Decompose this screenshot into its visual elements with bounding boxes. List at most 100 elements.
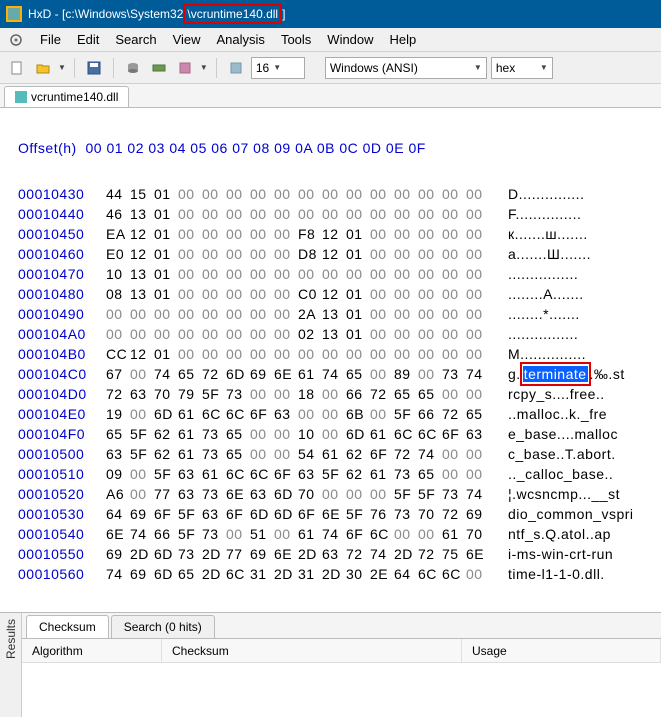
offset-address: 00010440 xyxy=(18,204,106,224)
open-button[interactable] xyxy=(32,57,54,79)
hex-row[interactable]: 000104F0655F62617365000010006D616C6C6F63… xyxy=(18,424,649,444)
ascii-column[interactable]: i-ms-win-crt-run xyxy=(508,544,613,564)
ascii-column[interactable]: ........А....... xyxy=(508,284,584,304)
chevron-down-icon: ▼ xyxy=(273,63,281,72)
hex-row[interactable]: 0001043044150100000000000000000000000000… xyxy=(18,184,649,204)
hex-bytes[interactable]: 74696D652D6C312D312D302E646C6C00 xyxy=(106,564,508,584)
ascii-column[interactable]: dio_common_vspri xyxy=(508,504,634,524)
hex-row[interactable]: 00010520A6007763736E636D700000005F5F7374… xyxy=(18,484,649,504)
ascii-column[interactable]: ..malloc..k._fre xyxy=(508,404,607,424)
ascii-column[interactable]: F............... xyxy=(508,204,581,224)
bytes-per-row-select[interactable]: 16▼ xyxy=(251,57,305,79)
hex-row[interactable]: 000104A000000000000000000213010000000000… xyxy=(18,324,649,344)
offset-address: 000104C0 xyxy=(18,364,106,384)
hex-bytes[interactable]: 00000000000000000213010000000000 xyxy=(106,324,508,344)
ascii-column[interactable]: .._calloc_base.. xyxy=(508,464,613,484)
encoding-select[interactable]: Windows (ANSI)▼ xyxy=(325,57,487,79)
hex-row[interactable]: 0001053064696F5F636F6D6D6F6E5F7673707269… xyxy=(18,504,649,524)
menu-tools[interactable]: Tools xyxy=(273,32,319,47)
menu-edit[interactable]: Edit xyxy=(69,32,107,47)
ascii-column[interactable]: ¦.wcsncmp...__st xyxy=(508,484,620,504)
results-tab-search[interactable]: Search (0 hits) xyxy=(111,615,215,638)
document-tab[interactable]: vcruntime140.dll xyxy=(4,86,129,107)
hex-row[interactable]: 0001047010130100000000000000000000000000… xyxy=(18,264,649,284)
toolbar-dropdown-icon[interactable]: ▼ xyxy=(200,63,208,72)
hex-bytes[interactable]: 44150100000000000000000000000000 xyxy=(106,184,508,204)
hex-row[interactable]: 00010500635F6261736500005461626F72740000… xyxy=(18,444,649,464)
ascii-column[interactable]: e_base....malloc xyxy=(508,424,618,444)
hex-bytes[interactable]: EA12010000000000F812010000000000 xyxy=(106,224,508,244)
hex-row[interactable]: 0001044046130100000000000000000000000000… xyxy=(18,204,649,224)
hex-bytes[interactable]: 0813010000000000C012010000000000 xyxy=(106,284,508,304)
hex-bytes[interactable]: 64696F5F636F6D6D6F6E5F7673707269 xyxy=(106,504,508,524)
ascii-column[interactable]: ................ xyxy=(508,264,578,284)
hex-row[interactable]: 0001049000000000000000002A13010000000000… xyxy=(18,304,649,324)
offset-address: 00010490 xyxy=(18,304,106,324)
menu-help[interactable]: Help xyxy=(382,32,425,47)
ram-icon[interactable] xyxy=(148,57,170,79)
ascii-column[interactable]: time-l1-1-0.dll. xyxy=(508,564,605,584)
hex-bytes[interactable]: 10130100000000000000000000000000 xyxy=(106,264,508,284)
settings-icon[interactable] xyxy=(225,57,247,79)
col-checksum[interactable]: Checksum xyxy=(162,639,462,662)
open-dropdown-icon[interactable]: ▼ xyxy=(58,63,66,72)
ascii-column[interactable]: к.......ш....... xyxy=(508,224,588,244)
hex-row[interactable]: 000104C067007465726D696E6174650089007374… xyxy=(18,364,649,384)
hex-bytes[interactable]: CC120100000000000000000000000000 xyxy=(106,344,508,364)
hex-bytes[interactable]: 46130100000000000000000000000000 xyxy=(106,204,508,224)
system-menu-icon[interactable] xyxy=(8,32,24,48)
hex-bytes[interactable]: 09005F63616C6C6F635F626173650000 xyxy=(106,464,508,484)
hex-editor-view[interactable]: Offset(h) 00 01 02 03 04 05 06 07 08 09 … xyxy=(0,108,661,612)
offset-address: 00010530 xyxy=(18,504,106,524)
hex-bytes[interactable]: 726370795F7300001800667265650000 xyxy=(106,384,508,404)
disk-icon[interactable] xyxy=(122,57,144,79)
offset-address: 000104F0 xyxy=(18,424,106,444)
hex-row[interactable]: 0001056074696D652D6C312D312D302E646C6C00… xyxy=(18,564,649,584)
ascii-column[interactable]: М............... xyxy=(508,344,586,364)
offset-address: 00010510 xyxy=(18,464,106,484)
col-usage[interactable]: Usage xyxy=(462,639,661,662)
hex-bytes[interactable]: 67007465726D696E6174650089007374 xyxy=(106,364,508,384)
ascii-column[interactable]: ntf_s.Q.atol..ap xyxy=(508,524,611,544)
offset-address: 00010520 xyxy=(18,484,106,504)
hex-row[interactable]: 00010550692D6D732D77696E2D6372742D72756E… xyxy=(18,544,649,564)
ascii-column[interactable]: c_base..T.abort. xyxy=(508,444,616,464)
new-button[interactable] xyxy=(6,57,28,79)
hex-bytes[interactable]: 19006D616C6C6F6300006B005F667265 xyxy=(106,404,508,424)
hex-bytes[interactable]: 00000000000000002A13010000000000 xyxy=(106,304,508,324)
base-select[interactable]: hex▼ xyxy=(491,57,553,79)
tab-label: vcruntime140.dll xyxy=(31,90,118,104)
ascii-column[interactable]: ........*....... xyxy=(508,304,580,324)
menu-analysis[interactable]: Analysis xyxy=(209,32,273,47)
chevron-down-icon: ▼ xyxy=(540,63,548,72)
hex-row[interactable]: 000104800813010000000000C012010000000000… xyxy=(18,284,649,304)
menu-file[interactable]: File xyxy=(32,32,69,47)
hex-row[interactable]: 00010460E012010000000000D812010000000000… xyxy=(18,244,649,264)
offset-address: 00010450 xyxy=(18,224,106,244)
hex-row[interactable]: 000104B0CC120100000000000000000000000000… xyxy=(18,344,649,364)
hex-bytes[interactable]: 635F6261736500005461626F72740000 xyxy=(106,444,508,464)
menu-search[interactable]: Search xyxy=(107,32,164,47)
ascii-column[interactable]: rcpy_s....free.. xyxy=(508,384,605,404)
hex-row[interactable]: 000105406E74665F7300510061746F6C00006170… xyxy=(18,524,649,544)
col-algorithm[interactable]: Algorithm xyxy=(22,639,162,662)
menu-window[interactable]: Window xyxy=(319,32,381,47)
save-button[interactable] xyxy=(83,57,105,79)
hex-bytes[interactable]: 6E74665F7300510061746F6C00006170 xyxy=(106,524,508,544)
hex-bytes[interactable]: A6007763736E636D700000005F5F7374 xyxy=(106,484,508,504)
hex-bytes[interactable]: 655F62617365000010006D616C6C6F63 xyxy=(106,424,508,444)
process-icon[interactable] xyxy=(174,57,196,79)
ascii-column[interactable]: g.terminate.‰.st xyxy=(508,364,625,384)
hex-row[interactable]: 000104E019006D616C6C6F6300006B005F667265… xyxy=(18,404,649,424)
results-tab-checksum[interactable]: Checksum xyxy=(26,615,109,638)
menu-view[interactable]: View xyxy=(165,32,209,47)
ascii-column[interactable]: ................ xyxy=(508,324,578,344)
ascii-column[interactable]: а.......Ш....... xyxy=(508,244,591,264)
hex-bytes[interactable]: E012010000000000D812010000000000 xyxy=(106,244,508,264)
hex-row[interactable]: 000104D0726370795F7300001800667265650000… xyxy=(18,384,649,404)
results-grid[interactable]: Algorithm Checksum Usage xyxy=(22,639,661,717)
ascii-column[interactable]: D............... xyxy=(508,184,584,204)
hex-bytes[interactable]: 692D6D732D77696E2D6372742D72756E xyxy=(106,544,508,564)
hex-row[interactable]: 0001051009005F63616C6C6F635F626173650000… xyxy=(18,464,649,484)
hex-row[interactable]: 00010450EA12010000000000F812010000000000… xyxy=(18,224,649,244)
